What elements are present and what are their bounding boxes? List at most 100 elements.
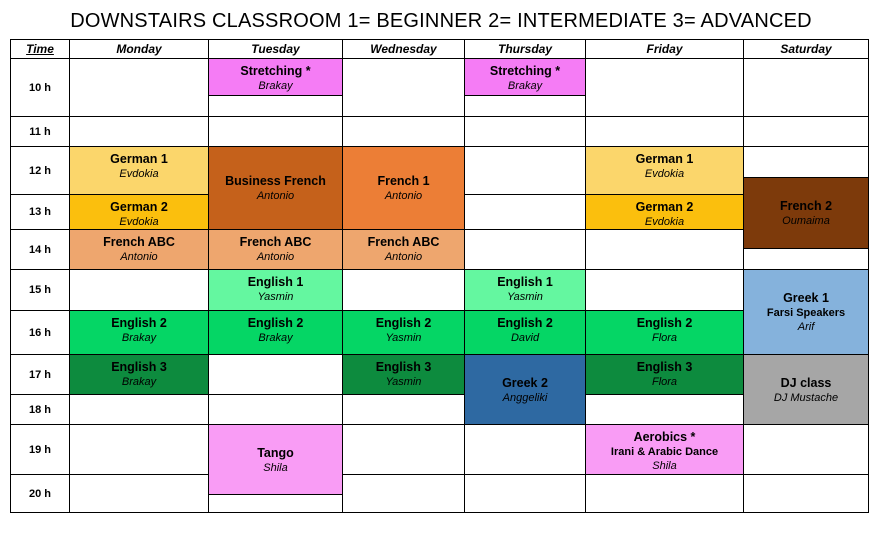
time-cell: 18 h xyxy=(10,394,70,425)
class-block-mon-french-abc[interactable]: French ABC Antonio xyxy=(69,229,209,270)
empty-cell xyxy=(585,394,744,425)
class-block-tue-french-abc[interactable]: French ABC Antonio xyxy=(208,229,343,270)
empty-cell xyxy=(464,146,586,195)
class-title: Stretching * xyxy=(240,64,311,78)
class-title: Tango xyxy=(257,445,294,460)
empty-cell xyxy=(69,474,209,513)
class-block-fri-english3[interactable]: English 3 Flora xyxy=(585,354,744,395)
time-cell: 11 h xyxy=(10,116,70,147)
class-title: German 2 xyxy=(110,200,168,214)
class-block-sat-greek1[interactable]: Greek 1 Farsi Speakers Arif xyxy=(743,269,869,355)
class-block-wed-english2[interactable]: English 2 Yasmin xyxy=(342,310,465,355)
empty-cell xyxy=(464,474,586,513)
empty-cell xyxy=(585,116,744,147)
header-time: Time xyxy=(10,39,70,59)
empty-cell xyxy=(743,424,869,475)
class-teacher: Evdokia xyxy=(119,216,159,228)
time-label: 19 h xyxy=(28,443,51,456)
empty-cell xyxy=(585,474,744,513)
header-time-label: Time xyxy=(26,42,54,56)
class-block-thu-greek2[interactable]: Greek 2 Anggeliki xyxy=(464,354,586,425)
class-block-mon-english3[interactable]: English 3 Brakay xyxy=(69,354,209,395)
class-teacher: Antonio xyxy=(384,190,423,202)
empty-cell xyxy=(743,58,869,117)
class-teacher: Shila xyxy=(263,461,288,474)
class-block-thu-stretching[interactable]: Stretching * Brakay xyxy=(464,58,586,96)
class-block-wed-english3[interactable]: English 3 Yasmin xyxy=(342,354,465,395)
class-block-wed-french-abc[interactable]: French ABC Antonio xyxy=(342,229,465,270)
class-subtitle: Farsi Speakers xyxy=(766,307,846,319)
header-day-saturday: Saturday xyxy=(743,39,869,59)
class-block-tue-english2[interactable]: English 2 Brakay xyxy=(208,310,343,355)
class-block-thu-english2[interactable]: English 2 David xyxy=(464,310,586,355)
empty-cell xyxy=(585,229,744,270)
class-block-thu-english1[interactable]: English 1 Yasmin xyxy=(464,269,586,311)
class-subtitle: Irani & Arabic Dance xyxy=(610,446,719,458)
time-label: 12 h xyxy=(28,164,51,177)
empty-cell xyxy=(208,394,343,425)
class-teacher: David xyxy=(510,332,540,344)
time-cell: 19 h xyxy=(10,424,70,475)
class-title: English 1 xyxy=(497,275,553,289)
class-block-fri-german2[interactable]: German 2 Evdokia xyxy=(585,194,744,230)
class-title: German 1 xyxy=(110,152,168,166)
class-block-mon-german2[interactable]: German 2 Evdokia xyxy=(69,194,209,230)
class-title: French ABC xyxy=(367,235,440,249)
header-day-friday: Friday xyxy=(585,39,744,59)
header-day-label: Tuesday xyxy=(251,42,300,56)
class-block-fri-english2[interactable]: English 2 Flora xyxy=(585,310,744,355)
empty-cell xyxy=(464,116,586,147)
empty-cell xyxy=(342,424,465,475)
time-label: 15 h xyxy=(28,284,51,296)
class-teacher: DJ Mustache xyxy=(773,391,839,404)
empty-cell xyxy=(464,424,586,475)
class-block-fri-aerobics[interactable]: Aerobics * Irani & Arabic Dance Shila xyxy=(585,424,744,475)
class-block-tue-tango[interactable]: Tango Shila xyxy=(208,424,343,495)
empty-cell xyxy=(342,474,465,513)
empty-cell xyxy=(69,58,209,117)
class-block-sat-french2[interactable]: French 2 Oumaima xyxy=(743,177,869,249)
empty-cell xyxy=(464,229,586,270)
schedule-grid: Time Monday Tuesday Wednesday Thursday Friday… xyxy=(0,0,882,534)
class-title: French 2 xyxy=(779,199,833,213)
empty-cell xyxy=(464,194,586,230)
header-day-thursday: Thursday xyxy=(464,39,586,59)
time-label: 13 h xyxy=(28,206,51,218)
time-label: 11 h xyxy=(29,125,51,138)
class-teacher: Brakay xyxy=(507,80,543,92)
class-teacher: Arif xyxy=(797,321,815,333)
empty-cell xyxy=(69,394,209,425)
class-teacher: Flora xyxy=(651,376,678,388)
time-label: 20 h xyxy=(28,487,51,500)
class-teacher: Anggeliki xyxy=(502,391,548,404)
class-block-mon-german1[interactable]: German 1 Evdokia xyxy=(69,146,209,195)
class-title: Aerobics * xyxy=(633,430,696,444)
time-cell: 20 h xyxy=(10,474,70,513)
header-day-label: Saturday xyxy=(780,42,832,56)
class-teacher: Yasmin xyxy=(385,332,422,344)
class-block-fri-german1[interactable]: German 1 Evdokia xyxy=(585,146,744,195)
class-title: German 2 xyxy=(635,200,694,214)
empty-cell xyxy=(342,394,465,425)
class-block-tue-english1[interactable]: English 1 Yasmin xyxy=(208,269,343,311)
class-title: German 1 xyxy=(635,152,694,166)
class-title: Stretching * xyxy=(489,64,561,78)
empty-cell xyxy=(342,58,465,117)
header-day-wednesday: Wednesday xyxy=(342,39,465,59)
class-block-sat-dj[interactable]: DJ class DJ Mustache xyxy=(743,354,869,425)
class-block-tue-stretching[interactable]: Stretching * Brakay xyxy=(208,58,343,96)
time-cell: 10 h xyxy=(10,58,70,117)
empty-cell xyxy=(69,116,209,147)
time-label: 16 h xyxy=(28,326,51,339)
class-teacher: Brakay xyxy=(258,80,293,92)
class-block-mon-english2[interactable]: English 2 Brakay xyxy=(69,310,209,355)
header-day-label: Wednesday xyxy=(370,42,437,56)
class-block-wed-french1[interactable]: French 1 Antonio xyxy=(342,146,465,230)
time-label: 18 h xyxy=(28,403,51,416)
empty-cell xyxy=(69,269,209,311)
class-teacher: Brakay xyxy=(121,332,157,344)
class-title: French ABC xyxy=(103,235,175,249)
time-label: 14 h xyxy=(28,243,51,256)
class-block-tue-business-french[interactable]: Business French Antonio xyxy=(208,146,343,230)
time-cell: 16 h xyxy=(10,310,70,355)
